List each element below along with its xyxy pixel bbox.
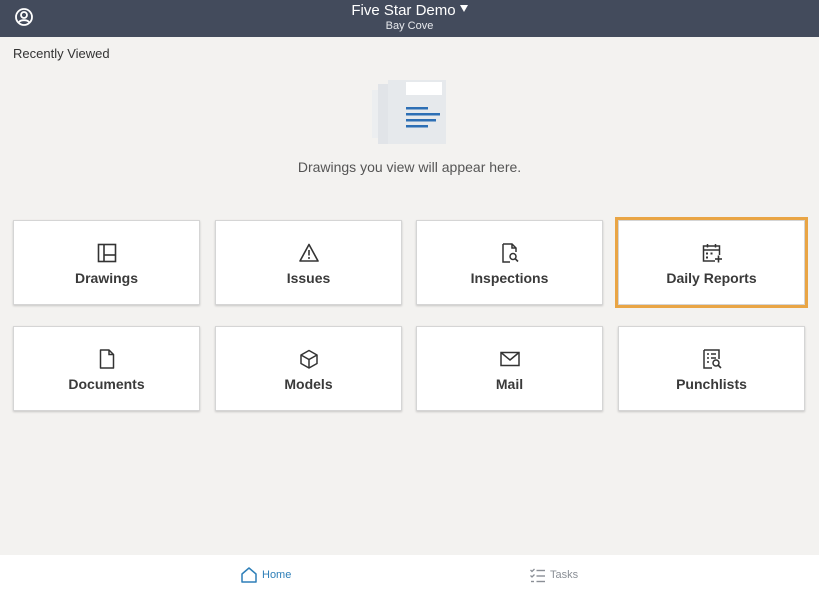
project-title: Five Star Demo (351, 2, 456, 19)
mail-icon (499, 348, 521, 370)
tile-label: Punchlists (676, 376, 747, 392)
tile-label: Daily Reports (666, 270, 757, 286)
tab-label: Tasks (550, 569, 579, 581)
drawing-document-icon (372, 80, 448, 146)
project-selector[interactable]: Five Star Demo Bay Cove (0, 2, 819, 33)
home-icon (241, 567, 257, 583)
bottom-tab-bar: Home Tasks (0, 555, 819, 595)
tile-label: Inspections (470, 270, 549, 286)
tasks-checklist-icon (530, 568, 545, 582)
tile-label: Mail (495, 376, 524, 392)
drawings-icon (96, 242, 118, 264)
punchlist-icon (701, 348, 723, 370)
tab-label: Home (262, 569, 292, 581)
tile-drawings[interactable]: Drawings (13, 220, 200, 305)
tile-label: Issues (286, 270, 331, 286)
document-search-icon (499, 242, 521, 264)
tile-label: Documents (68, 376, 145, 392)
empty-recent-message: Drawings you view will appear here. (297, 159, 522, 175)
tab-tasks[interactable]: Tasks (529, 555, 578, 595)
cube-icon (298, 348, 320, 370)
tile-issues[interactable]: Issues (215, 220, 402, 305)
tile-documents[interactable]: Documents (13, 326, 200, 411)
project-location: Bay Cove (385, 20, 434, 32)
tile-label: Models (284, 376, 333, 392)
warning-triangle-icon (298, 242, 320, 264)
calendar-add-icon (701, 242, 723, 264)
tile-label: Drawings (74, 270, 138, 286)
tile-mail[interactable]: Mail (416, 326, 603, 411)
tile-inspections[interactable]: Inspections (416, 220, 603, 305)
caret-down-icon (459, 5, 468, 12)
top-bar: Five Star Demo Bay Cove (0, 0, 819, 37)
tile-models[interactable]: Models (215, 326, 402, 411)
tile-daily-reports[interactable]: Daily Reports (615, 217, 808, 308)
recently-viewed-heading: Recently Viewed (13, 46, 110, 61)
tile-punchlists[interactable]: Punchlists (618, 326, 805, 411)
tab-home[interactable]: Home (240, 555, 291, 595)
document-icon (96, 348, 118, 370)
